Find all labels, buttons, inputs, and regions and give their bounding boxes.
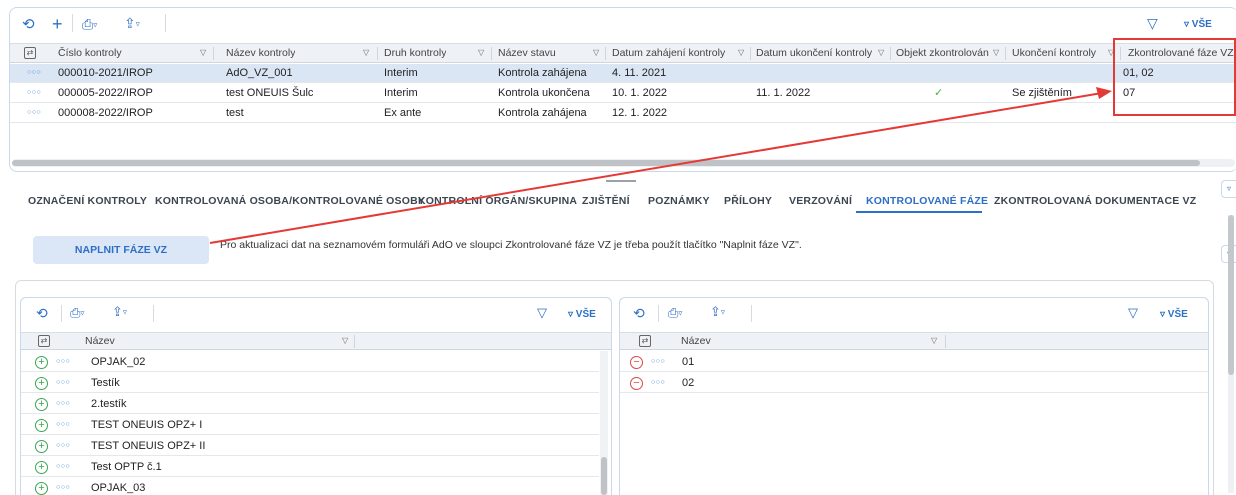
- annotation-arrow: [209, 87, 1112, 244]
